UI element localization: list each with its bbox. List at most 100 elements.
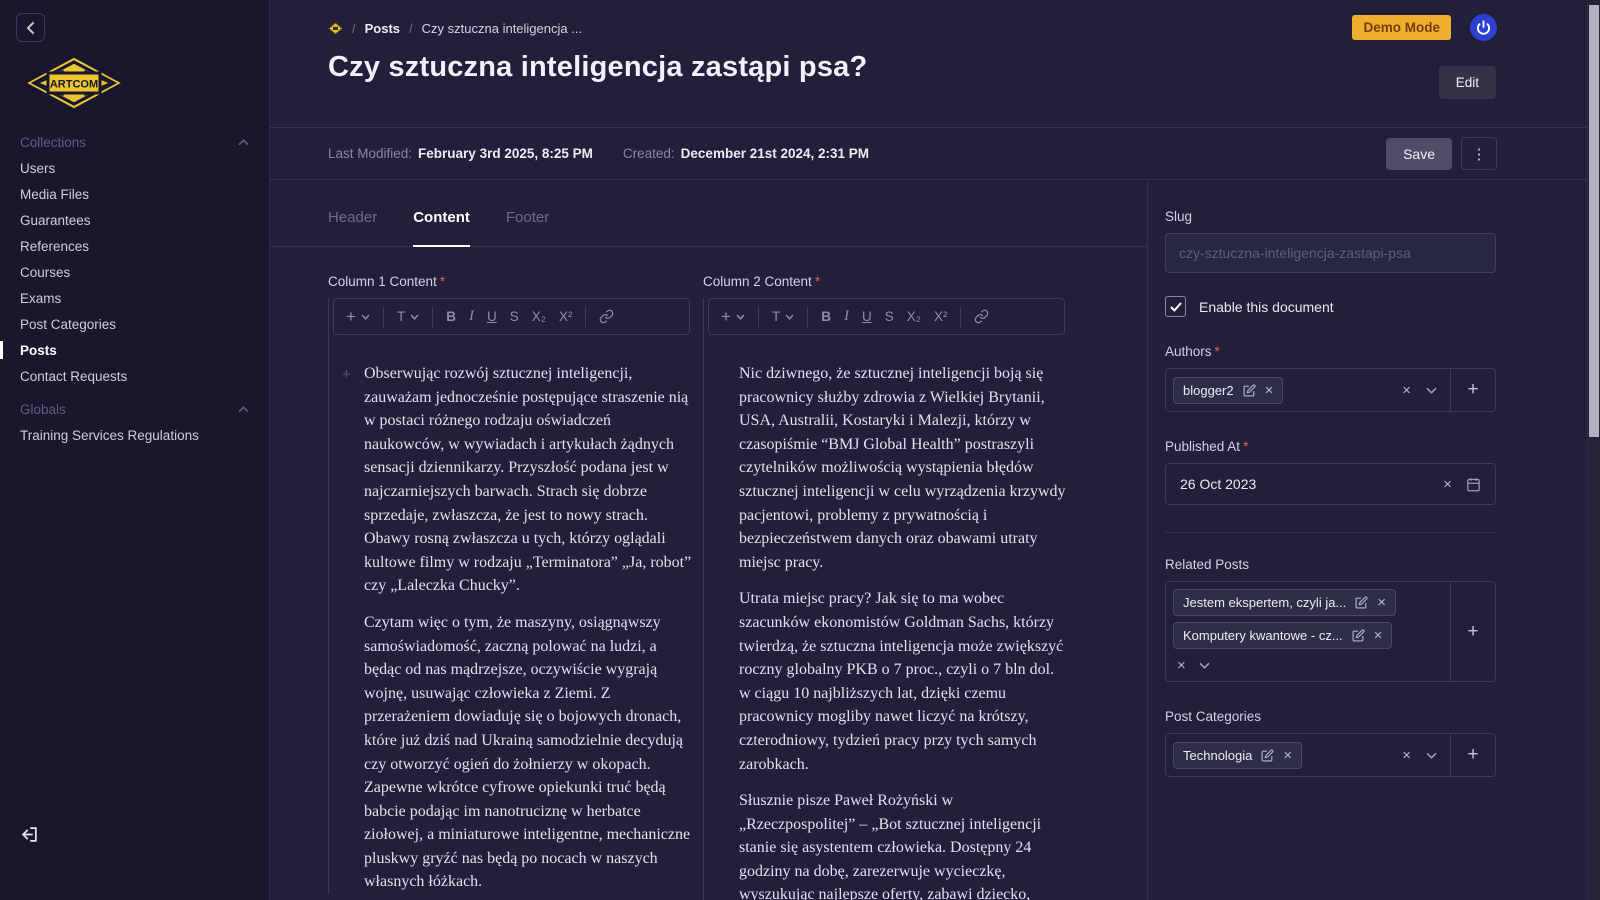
strikethrough-button[interactable]: S <box>510 309 519 324</box>
toolbar-divider <box>383 307 384 327</box>
clear-field-icon[interactable]: × <box>1177 658 1186 673</box>
sidebar-item-post-categories[interactable]: Post Categories <box>0 311 269 337</box>
italic-button[interactable]: I <box>469 308 474 325</box>
breadcrumb-posts-link[interactable]: Posts <box>365 21 400 36</box>
sidebar-item-references[interactable]: References <box>0 233 269 259</box>
authors-label: Authors* <box>1165 344 1496 359</box>
chevron-down-icon[interactable] <box>1426 752 1437 759</box>
link-icon[interactable] <box>599 309 614 324</box>
post-category-pill[interactable]: Technologia × <box>1173 742 1302 769</box>
remove-pill-icon[interactable]: × <box>1265 383 1274 398</box>
last-modified-label: Last Modified: <box>328 146 412 161</box>
rte-toolbar-2: + T B I U S X₂ X <box>708 298 1065 335</box>
dashboard-diamond-icon[interactable] <box>328 22 343 35</box>
sidebar-item-media-files[interactable]: Media Files <box>0 181 269 207</box>
calendar-icon[interactable] <box>1466 477 1481 492</box>
insert-block-button[interactable]: + <box>721 308 745 325</box>
toolbar-divider <box>960 307 961 327</box>
remove-pill-icon[interactable]: × <box>1374 628 1383 643</box>
logout-button[interactable] <box>20 825 39 844</box>
text-format-dropdown[interactable]: T <box>772 309 794 324</box>
clear-field-icon[interactable]: × <box>1402 383 1411 398</box>
paragraph: Nic dziwnego, że sztucznej inteligencji … <box>739 362 1069 574</box>
chevron-down-icon <box>361 314 370 320</box>
clear-field-icon[interactable]: × <box>1402 748 1411 763</box>
breadcrumb-separator: / <box>409 21 413 36</box>
kebab-icon: ⋮ <box>1472 145 1487 163</box>
related-post-pill[interactable]: Komputery kwantowe - cz... × <box>1173 622 1392 649</box>
artcom-logo[interactable]: ARTCOM <box>22 54 126 112</box>
chevron-down-icon[interactable] <box>1199 662 1210 669</box>
enable-document-row[interactable]: Enable this document <box>1165 296 1496 317</box>
more-options-button[interactable]: ⋮ <box>1461 137 1497 170</box>
rte-content-1[interactable]: +Obserwując rozwój sztucznej inteligencj… <box>329 335 694 894</box>
logo-text: ARTCOM <box>50 79 98 91</box>
edit-button[interactable]: Edit <box>1439 66 1496 99</box>
clear-date-icon[interactable]: × <box>1443 477 1452 492</box>
scrollbar-thumb[interactable] <box>1589 5 1599 437</box>
bold-button[interactable]: B <box>821 309 831 324</box>
authors-select[interactable]: blogger2 × × + <box>1165 368 1496 412</box>
rte-content-2[interactable]: Nic dziwnego, że sztucznej inteligencji … <box>704 335 1069 900</box>
remove-pill-icon[interactable]: × <box>1377 595 1386 610</box>
sidebar-item-users[interactable]: Users <box>0 155 269 181</box>
slug-label: Slug <box>1165 209 1496 224</box>
toolbar-divider <box>758 307 759 327</box>
sidebar-item-guarantees[interactable]: Guarantees <box>0 207 269 233</box>
strikethrough-button[interactable]: S <box>885 309 894 324</box>
edit-pill-icon[interactable] <box>1352 629 1365 642</box>
italic-button[interactable]: I <box>844 308 849 325</box>
logout-power-button[interactable] <box>1470 14 1497 41</box>
edit-pill-icon[interactable] <box>1243 384 1256 397</box>
rte-toolbar-1: + T B I U S X₂ X <box>333 298 690 335</box>
published-at-value: 26 Oct 2023 <box>1180 476 1256 492</box>
rich-text-editor-1: + T B I U S X₂ X <box>328 298 690 894</box>
related-posts-select[interactable]: Jestem ekspertem, czyli ja... × Komputer… <box>1165 581 1496 682</box>
link-icon[interactable] <box>974 309 989 324</box>
post-categories-select[interactable]: Technologia × × + <box>1165 733 1496 777</box>
nav-section-collections[interactable]: Collections <box>0 129 269 155</box>
text-format-dropdown[interactable]: T <box>397 309 419 324</box>
save-button[interactable]: Save <box>1386 138 1452 170</box>
subscript-button[interactable]: X₂ <box>907 309 921 324</box>
underline-button[interactable]: U <box>487 309 497 324</box>
enable-document-checkbox[interactable] <box>1165 296 1186 317</box>
meta-bar: Last Modified: February 3rd 2025, 8:25 P… <box>270 127 1600 180</box>
add-related-post-button[interactable]: + <box>1450 582 1495 681</box>
bold-button[interactable]: B <box>446 309 456 324</box>
slug-input[interactable]: czy-sztuczna-inteligencja-zastapi-psa <box>1165 233 1496 273</box>
author-pill[interactable]: blogger2 × <box>1173 377 1283 404</box>
nav-section-globals[interactable]: Globals <box>0 396 269 422</box>
page-scrollbar[interactable] <box>1587 0 1600 900</box>
topbar-actions: Demo Mode <box>1352 14 1497 41</box>
sidebar-item-posts[interactable]: Posts <box>0 337 269 363</box>
tab-footer[interactable]: Footer <box>506 180 549 246</box>
demo-mode-badge: Demo Mode <box>1352 15 1451 40</box>
document-sidebar: Slug czy-sztuczna-inteligencja-zastapi-p… <box>1148 180 1600 900</box>
add-post-category-button[interactable]: + <box>1450 734 1495 776</box>
published-at-input[interactable]: 26 Oct 2023 × <box>1165 463 1496 505</box>
tab-header[interactable]: Header <box>328 180 377 246</box>
sidebar-item-contact-requests[interactable]: Contact Requests <box>0 363 269 389</box>
chevron-down-icon[interactable] <box>1426 387 1437 394</box>
tab-content[interactable]: Content <box>413 180 470 247</box>
edit-pill-icon[interactable] <box>1355 596 1368 609</box>
subscript-button[interactable]: X₂ <box>532 309 546 324</box>
superscript-button[interactable]: X² <box>934 309 948 324</box>
superscript-button[interactable]: X² <box>559 309 573 324</box>
related-post-pill[interactable]: Jestem ekspertem, czyli ja... × <box>1173 589 1396 616</box>
remove-pill-icon[interactable]: × <box>1283 748 1292 763</box>
sidebar-item-courses[interactable]: Courses <box>0 259 269 285</box>
sidebar-item-training-services-regulations[interactable]: Training Services Regulations <box>0 422 269 448</box>
sidebar-item-exams[interactable]: Exams <box>0 285 269 311</box>
breadcrumb-current: Czy sztuczna inteligencja ... <box>422 21 582 36</box>
add-author-button[interactable]: + <box>1450 369 1495 411</box>
checkmark-icon <box>1170 302 1182 312</box>
required-mark: * <box>1243 439 1248 454</box>
sidebar-collapse-button[interactable] <box>16 13 45 42</box>
insert-block-button[interactable]: + <box>346 308 370 325</box>
underline-button[interactable]: U <box>862 309 872 324</box>
edit-pill-icon[interactable] <box>1261 749 1274 762</box>
chevron-down-icon <box>410 314 419 320</box>
add-block-handle[interactable]: + <box>342 363 351 387</box>
